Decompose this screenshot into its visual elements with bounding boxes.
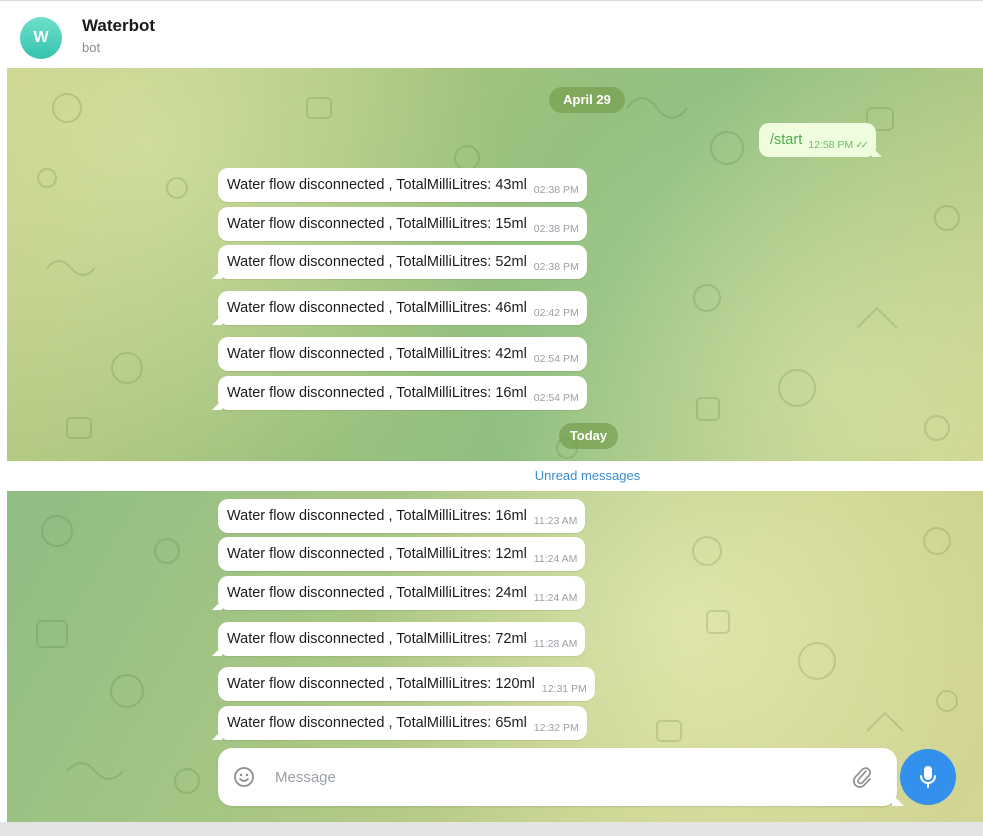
message-text: Water flow disconnected , TotalMilliLitr… bbox=[227, 585, 527, 601]
incoming-message[interactable]: Water flow disconnected , TotalMilliLitr… bbox=[212, 376, 587, 410]
outgoing-message-text: /start bbox=[770, 132, 803, 148]
message-time: 12:32 PM bbox=[533, 722, 579, 734]
chat-subtitle: bot bbox=[82, 40, 101, 55]
message-time: 02:38 PM bbox=[533, 261, 579, 273]
message-input[interactable] bbox=[275, 758, 835, 796]
message-text: Water flow disconnected , TotalMilliLitr… bbox=[227, 216, 527, 232]
message-text: Water flow disconnected , TotalMilliLitr… bbox=[227, 177, 527, 193]
message-history-today[interactable]: Water flow disconnected , TotalMilliLitr… bbox=[7, 491, 983, 822]
incoming-message[interactable]: Water flow disconnected , TotalMilliLitr… bbox=[218, 537, 586, 571]
chat-title: Waterbot bbox=[82, 16, 156, 35]
paperclip-icon[interactable] bbox=[851, 765, 873, 789]
incoming-message[interactable]: Water flow disconnected , TotalMilliLitr… bbox=[212, 291, 587, 325]
message-time: 02:54 PM bbox=[533, 353, 579, 365]
incoming-message[interactable]: Water flow disconnected , TotalMilliLitr… bbox=[218, 207, 587, 241]
bottom-edge bbox=[0, 822, 983, 836]
message-time: 11:24 AM bbox=[533, 592, 578, 604]
date-separator-today: Today bbox=[559, 423, 618, 449]
incoming-message[interactable]: Water flow disconnected , TotalMilliLitr… bbox=[218, 168, 587, 202]
incoming-message[interactable]: Water flow disconnected , TotalMilliLitr… bbox=[218, 499, 586, 533]
avatar[interactable]: W bbox=[20, 17, 62, 59]
message-text: Water flow disconnected , TotalMilliLitr… bbox=[227, 300, 527, 316]
chat-window: W Waterbot bot April 29 /start 12:58 PM … bbox=[0, 0, 983, 836]
incoming-message[interactable]: Water flow disconnected , TotalMilliLitr… bbox=[218, 667, 595, 701]
message-time: 02:54 PM bbox=[533, 392, 579, 404]
outgoing-message[interactable]: /start 12:58 PM ✓✓ bbox=[759, 123, 882, 157]
smile-icon[interactable] bbox=[233, 766, 255, 788]
message-time: 12:31 PM bbox=[541, 683, 587, 695]
message-text: Water flow disconnected , TotalMilliLitr… bbox=[227, 676, 535, 692]
unread-messages-label: Unread messages bbox=[534, 468, 641, 483]
date-separator-april-29: April 29 bbox=[549, 87, 625, 113]
double-check-icon: ✓✓ bbox=[855, 139, 869, 151]
message-composer bbox=[218, 748, 904, 806]
message-time: 02:38 PM bbox=[533, 184, 579, 196]
incoming-message[interactable]: Water flow disconnected , TotalMilliLitr… bbox=[212, 622, 586, 656]
message-text: Water flow disconnected , TotalMilliLitr… bbox=[227, 254, 527, 270]
incoming-message[interactable]: Water flow disconnected , TotalMilliLitr… bbox=[212, 245, 587, 279]
message-time: 11:24 AM bbox=[533, 553, 578, 565]
microphone-icon bbox=[920, 766, 936, 788]
unread-messages-divider: Unread messages bbox=[0, 461, 983, 491]
message-history-earlier[interactable]: April 29 /start 12:58 PM ✓✓ Water flow d… bbox=[7, 68, 983, 461]
voice-record-button[interactable] bbox=[900, 749, 956, 805]
outgoing-message-time: 12:58 PM bbox=[808, 139, 854, 151]
chat-header[interactable]: W Waterbot bot bbox=[0, 0, 983, 68]
message-text: Water flow disconnected , TotalMilliLitr… bbox=[227, 546, 527, 562]
incoming-message[interactable]: Water flow disconnected , TotalMilliLitr… bbox=[218, 337, 587, 371]
message-time: 11:28 AM bbox=[533, 638, 578, 650]
message-text: Water flow disconnected , TotalMilliLitr… bbox=[227, 631, 527, 647]
message-text: Water flow disconnected , TotalMilliLitr… bbox=[227, 385, 527, 401]
message-time: 02:38 PM bbox=[533, 223, 579, 235]
message-time: 02:42 PM bbox=[533, 307, 579, 319]
incoming-message[interactable]: Water flow disconnected , TotalMilliLitr… bbox=[212, 576, 586, 610]
incoming-message[interactable]: Water flow disconnected , TotalMilliLitr… bbox=[212, 706, 587, 740]
message-text: Water flow disconnected , TotalMilliLitr… bbox=[227, 715, 527, 731]
message-time: 11:23 AM bbox=[533, 515, 578, 527]
message-text: Water flow disconnected , TotalMilliLitr… bbox=[227, 346, 527, 362]
message-text: Water flow disconnected , TotalMilliLitr… bbox=[227, 508, 527, 524]
